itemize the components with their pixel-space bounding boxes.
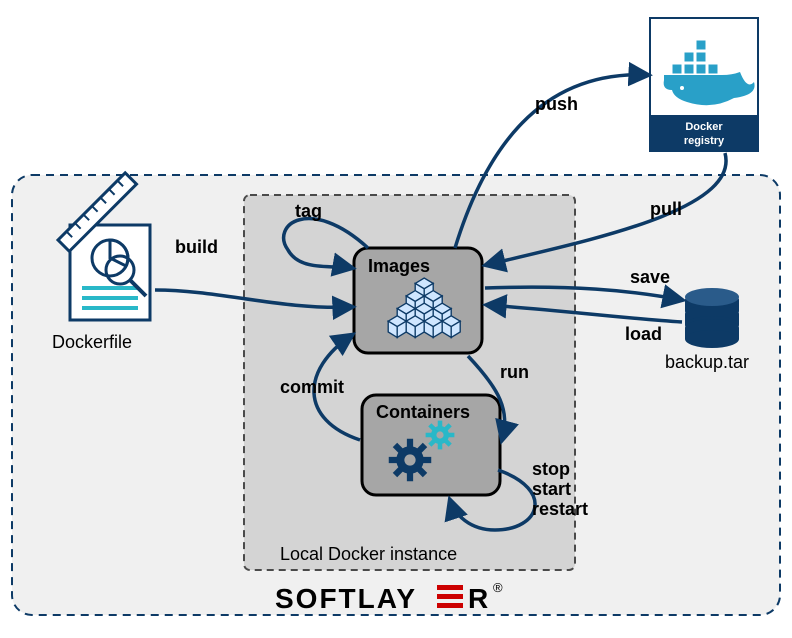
local-docker-instance-label: Local Docker instance	[280, 544, 457, 564]
pull-label: pull	[650, 199, 682, 219]
save-label: save	[630, 267, 670, 287]
docker-workflow-diagram: Local Docker instance Dockerfile Images	[0, 0, 792, 638]
run-label: run	[500, 362, 529, 382]
commit-label: commit	[280, 377, 344, 397]
softlayer-brand: SOFTLAY R ®	[275, 580, 503, 614]
backup-tar-icon	[685, 288, 739, 348]
containers-title: Containers	[376, 402, 470, 422]
svg-text:R: R	[468, 583, 490, 614]
registered-mark: ®	[493, 580, 503, 595]
svg-text:SOFTLAY: SOFTLAY	[275, 583, 417, 614]
load-label: load	[625, 324, 662, 344]
dockerfile-label: Dockerfile	[52, 332, 132, 352]
docker-registry-label-1: Docker	[685, 121, 723, 133]
docker-registry-label-2: registry	[684, 135, 725, 147]
stop-label: stop	[532, 459, 570, 479]
start-label: start	[532, 479, 571, 499]
push-label: push	[535, 94, 578, 114]
images-title: Images	[368, 256, 430, 276]
restart-label: restart	[532, 499, 588, 519]
backup-tar-label: backup.tar	[665, 352, 749, 372]
tag-label: tag	[295, 201, 322, 221]
build-label: build	[175, 237, 218, 257]
